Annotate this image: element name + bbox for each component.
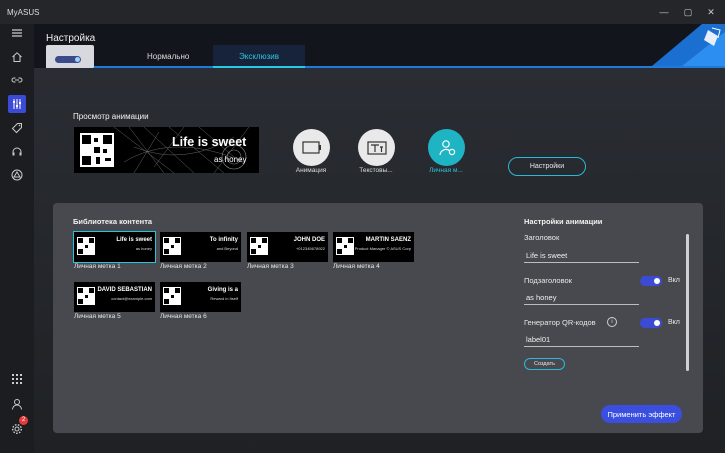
qr-input[interactable]: label01 [524, 334, 639, 347]
subheading-toggle-label: Вкл [668, 277, 680, 284]
qr-generator-toggle-label: Вкл [668, 319, 680, 326]
qr-code-icon [77, 237, 95, 255]
library-item-main-text: JOHN DOE [293, 237, 325, 243]
notification-badge: 2 [19, 416, 28, 425]
text-icon [366, 140, 387, 155]
qr-code-icon [336, 237, 354, 255]
library-item-label: Личная метка 4 [333, 263, 380, 270]
animation-mode-button[interactable] [293, 129, 330, 166]
heading-label: Заголовок [524, 233, 560, 242]
apps-grid-icon[interactable] [8, 370, 26, 388]
qr-code-icon [163, 237, 181, 255]
library-title: Библиотека контента [73, 217, 153, 226]
user-icon[interactable] [8, 395, 26, 413]
library-item-3[interactable]: JOHN DOE +012345678922 [247, 232, 328, 262]
library-item-main-text: DAVID SEBASTIAN [97, 287, 152, 293]
sidebar: 2 [0, 24, 34, 453]
preview-main-text: Life is sweet [172, 135, 247, 149]
create-button[interactable]: Создать [524, 358, 565, 370]
library-item-2[interactable]: To infinity and Beyond [160, 232, 241, 262]
headset-icon[interactable] [8, 143, 26, 161]
close-button[interactable]: ✕ [704, 5, 718, 19]
qr-generator-label: Генератор QR-кодов [524, 318, 596, 327]
animation-mode-label: Анимация [295, 167, 327, 174]
library-item-6[interactable]: Giving is a Reward in Itself [160, 282, 241, 312]
tag-icon[interactable] [8, 119, 26, 137]
info-icon[interactable]: i [607, 317, 617, 327]
text-mode-label: Текстовы... [359, 167, 393, 174]
animation-settings-title: Настройки анимации [524, 217, 603, 226]
header-bar [34, 24, 725, 68]
personal-tag-mode-button[interactable] [428, 129, 465, 166]
library-item-sub-text: contact@example.com [111, 296, 152, 301]
library-item-main-text: To infinity [209, 237, 238, 243]
link-icon[interactable] [8, 71, 26, 89]
customize-icon[interactable] [8, 95, 26, 113]
library-item-sub-text: +012345678922 [295, 246, 325, 251]
tab-exclusive[interactable]: Эксклюзив [239, 52, 279, 61]
title-bar: MyASUS — ▢ ✕ [0, 0, 725, 24]
heading-input[interactable]: Life is sweet [524, 250, 639, 263]
text-mode-button[interactable] [358, 129, 395, 166]
library-item-sub-text: and Beyond [216, 246, 238, 251]
library-item-label: Личная метка 2 [160, 263, 207, 270]
library-item-main-text: Giving is a [207, 287, 238, 293]
library-item-sub-text: Reward in Itself [210, 296, 238, 301]
preview-sub-text: as honey [214, 155, 247, 164]
subheading-label: Подзаголовок [524, 276, 572, 285]
library-item-label: Личная метка 5 [74, 313, 121, 320]
library-item-5[interactable]: DAVID SEBASTIAN contact@example.com [74, 282, 155, 312]
minimize-button[interactable]: — [657, 5, 671, 19]
library-item-4[interactable]: MARTIN SAENZ Product Manager © ASUS Corp [333, 232, 414, 262]
page-title: Настройка [46, 33, 96, 44]
library-item-main-text: Life is sweet [116, 237, 152, 243]
triangle-logo-icon[interactable] [8, 166, 26, 184]
apply-effect-button[interactable]: Применить эффект [601, 405, 682, 423]
home-icon[interactable] [8, 48, 26, 66]
preview-title: Просмотр анимации [73, 112, 149, 121]
tab-normal[interactable]: Нормально [147, 52, 189, 61]
subheading-toggle[interactable] [640, 276, 662, 286]
library-item-1[interactable]: Life is sweet as honey [73, 231, 156, 263]
maximize-button[interactable]: ▢ [681, 5, 695, 19]
user-tag-icon [438, 139, 455, 155]
library-item-sub-text: Product Manager © ASUS Corp [354, 246, 411, 251]
settings-scrollbar[interactable] [686, 234, 689, 371]
qr-code-icon [250, 237, 268, 255]
monitor-icon [301, 140, 321, 154]
qr-code-icon [80, 133, 114, 167]
app-title: MyASUS [7, 8, 40, 17]
subheading-input[interactable]: as honey [524, 292, 639, 305]
menu-icon[interactable] [8, 24, 26, 42]
library-item-main-text: MARTIN SAENZ [365, 237, 411, 243]
qr-generator-toggle[interactable] [640, 318, 662, 328]
header-decoration [652, 24, 725, 66]
library-item-label: Личная метка 3 [247, 263, 294, 270]
library-item-label: Личная метка 1 [74, 263, 121, 270]
settings-gear-icon[interactable]: 2 [8, 416, 28, 438]
library-item-label: Личная метка 6 [160, 313, 207, 320]
qr-code-icon [77, 287, 95, 305]
settings-button[interactable]: Настройки [508, 157, 586, 176]
personal-tag-mode-label: Личная м... [429, 167, 463, 174]
library-item-sub-text: as honey [135, 246, 152, 251]
animation-preview: Life is sweet as honey [74, 127, 259, 173]
qr-code-icon [163, 287, 181, 305]
